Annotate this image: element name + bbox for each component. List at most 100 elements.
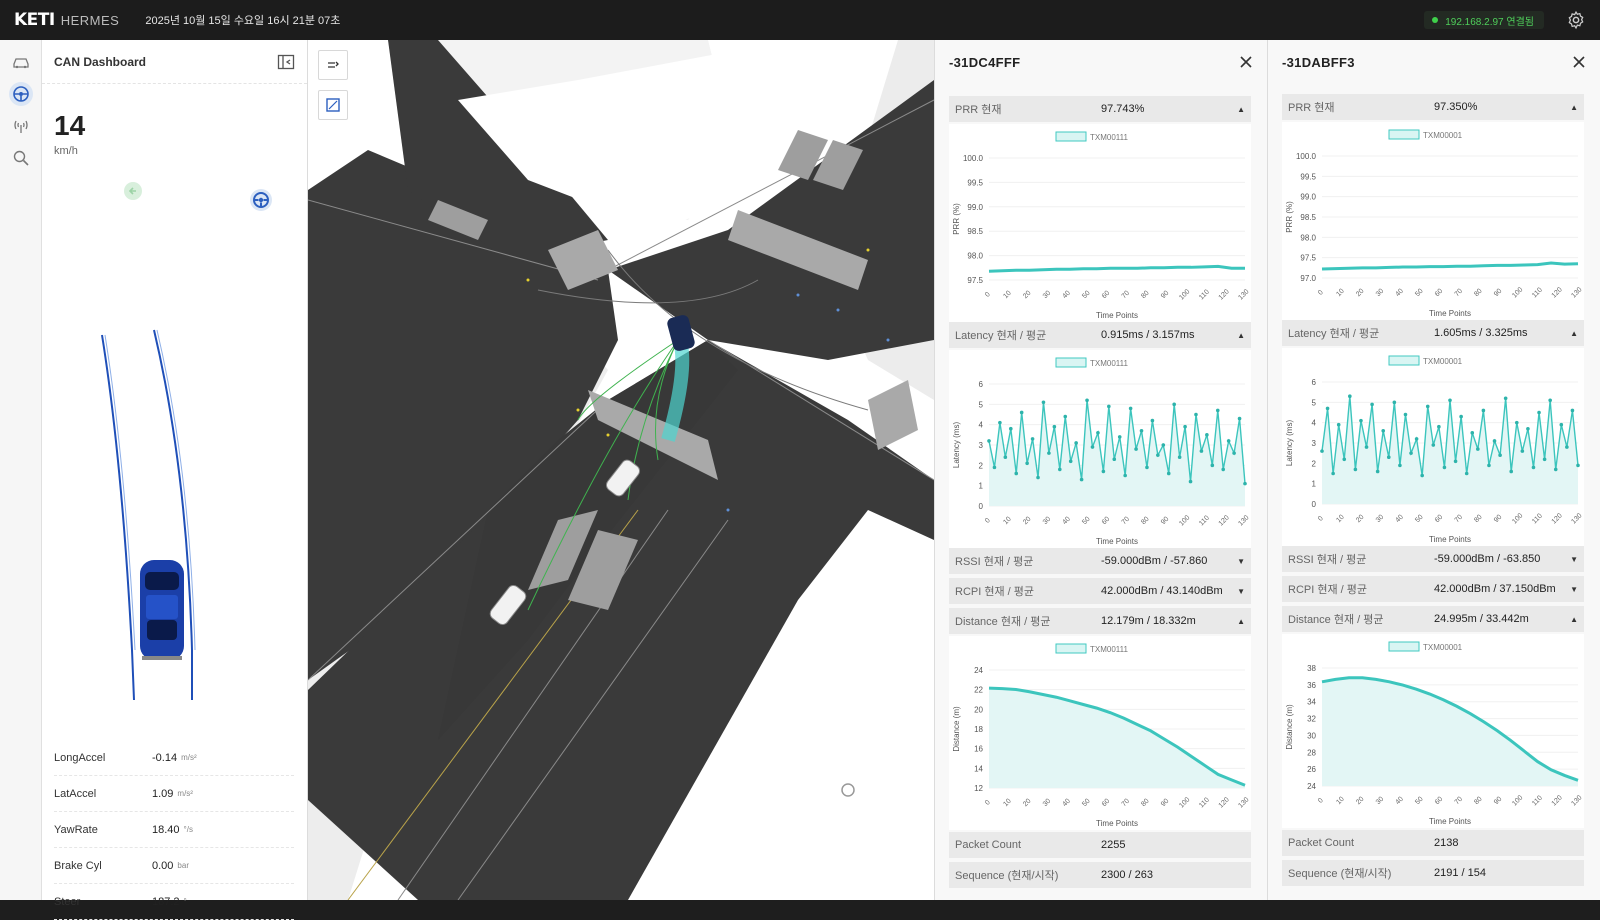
y-tick-label: 5 bbox=[1312, 398, 1317, 407]
data-point bbox=[1068, 459, 1073, 464]
x-axis-label: Time Points bbox=[1096, 819, 1138, 828]
x-axis-label: Time Points bbox=[1096, 537, 1138, 546]
distance-row[interactable]: Distance 현재 / 평균 12.179m / 18.332m ▲ bbox=[949, 608, 1251, 634]
steering-wheel-icon[interactable] bbox=[248, 187, 274, 213]
x-tick-label: 70 bbox=[1454, 796, 1465, 807]
y-tick-label: 34 bbox=[1307, 698, 1316, 707]
x-tick-label: 120 bbox=[1551, 794, 1564, 807]
data-point bbox=[1431, 443, 1436, 447]
data-point bbox=[1459, 414, 1463, 419]
y-tick-label: 0 bbox=[979, 502, 984, 511]
left-turn-signal-icon[interactable] bbox=[122, 180, 144, 202]
speed-value: 14 bbox=[54, 110, 86, 141]
data-point bbox=[1498, 453, 1502, 457]
x-tick-label: 10 bbox=[1002, 516, 1013, 527]
x-tick-label: 0 bbox=[1317, 289, 1325, 297]
data-point bbox=[1392, 400, 1397, 405]
x-tick-label: 100 bbox=[1511, 794, 1524, 807]
y-tick-label: 3 bbox=[1312, 439, 1317, 448]
x-tick-label: 70 bbox=[1454, 288, 1465, 299]
close-icon[interactable] bbox=[1239, 55, 1253, 69]
y-axis-label: Latency (ms) bbox=[1285, 420, 1294, 467]
data-point bbox=[1542, 457, 1547, 462]
x-axis-label: Time Points bbox=[1096, 311, 1138, 320]
data-point bbox=[1403, 412, 1408, 417]
y-tick-label: 99.0 bbox=[967, 203, 983, 212]
legend-swatch bbox=[1055, 643, 1087, 654]
x-tick-label: 30 bbox=[1375, 514, 1386, 525]
gear-icon[interactable] bbox=[1566, 10, 1586, 30]
datetime: 2025년 10월 15일 수요일 16시 21분 07초 bbox=[145, 15, 341, 27]
x-tick-label: 40 bbox=[1061, 516, 1072, 527]
data-point bbox=[1041, 400, 1046, 405]
status-dot-icon bbox=[1432, 17, 1439, 23]
map-canvas[interactable] bbox=[308, 40, 934, 900]
x-tick-label: 10 bbox=[1002, 290, 1013, 301]
antenna-nav-icon[interactable] bbox=[9, 114, 33, 138]
data-point bbox=[1232, 451, 1236, 455]
data-point bbox=[1375, 469, 1380, 474]
y-tick-label: 28 bbox=[1307, 748, 1316, 757]
packet-count-row: Packet Count 2138 bbox=[1282, 830, 1584, 856]
speed-unit: km/h bbox=[54, 145, 78, 157]
rcpi-row[interactable]: RCPI 현재 / 평균 42.000dBm / 43.140dBm ▼ bbox=[949, 578, 1251, 604]
data-point bbox=[1085, 398, 1089, 403]
data-point bbox=[998, 420, 1002, 425]
data-point bbox=[1370, 402, 1374, 407]
rssi-row[interactable]: RSSI 현재 / 평균 -59.000dBm / -57.860 ▼ bbox=[949, 548, 1251, 574]
data-point bbox=[1134, 447, 1138, 451]
y-tick-label: 98.0 bbox=[967, 252, 983, 261]
x-tick-label: 30 bbox=[1042, 798, 1053, 809]
data-point bbox=[1359, 418, 1363, 423]
data-point bbox=[1503, 396, 1508, 401]
data-point bbox=[1464, 471, 1469, 476]
y-axis-label: Latency (ms) bbox=[952, 422, 961, 469]
prr-row[interactable]: PRR 현재 97.350% ▲ bbox=[1282, 94, 1584, 120]
x-tick-label: 10 bbox=[1335, 288, 1346, 299]
sequence-row: Sequence (현재/시작) 2191 / 154 bbox=[1282, 860, 1584, 886]
ego-car-icon bbox=[140, 560, 184, 660]
close-icon[interactable] bbox=[1572, 55, 1586, 69]
collapse-panel-icon[interactable] bbox=[277, 53, 295, 71]
rssi-row[interactable]: RSSI 현재 / 평균 -59.000dBm / -63.850 ▼ bbox=[1282, 546, 1584, 572]
x-tick-label: 70 bbox=[1121, 516, 1132, 527]
y-tick-label: 32 bbox=[1307, 715, 1316, 724]
data-point bbox=[1336, 422, 1341, 427]
x-tick-label: 50 bbox=[1081, 516, 1092, 527]
x-tick-label: 130 bbox=[1570, 512, 1583, 525]
y-tick-label: 99.5 bbox=[1300, 172, 1316, 181]
legend-swatch bbox=[1055, 357, 1087, 368]
steering-nav-icon[interactable] bbox=[9, 82, 33, 106]
prr-chart: TXM00001 100.0 99.5 99.0 98.5 98.0 97.5 97.0 PRR… bbox=[1282, 122, 1584, 320]
car-nav-icon[interactable] bbox=[9, 50, 33, 74]
map-icon bbox=[326, 98, 340, 112]
legend-label: TXM00001 bbox=[1423, 131, 1463, 140]
y-tick-label: 4 bbox=[979, 421, 984, 430]
data-point bbox=[1221, 467, 1226, 472]
map-view[interactable] bbox=[308, 40, 934, 900]
can-metrics: LongAccel -0.14 m/s² LatAccel 1.09 m/s² YawR… bbox=[54, 740, 294, 920]
x-tick-label: 80 bbox=[1473, 796, 1484, 807]
legend-swatch bbox=[1055, 131, 1087, 142]
data-point bbox=[1188, 479, 1193, 484]
x-tick-label: 70 bbox=[1121, 798, 1132, 809]
x-tick-label: 10 bbox=[1335, 514, 1346, 525]
data-point bbox=[1409, 451, 1413, 455]
data-point bbox=[1177, 455, 1182, 459]
layers-button[interactable] bbox=[318, 50, 348, 80]
rcpi-row[interactable]: RCPI 현재 / 평균 42.000dBm / 37.150dBm ▼ bbox=[1282, 576, 1584, 602]
latency-row[interactable]: Latency 현재 / 평균 0.915ms / 3.157ms ▲ bbox=[949, 322, 1251, 348]
x-tick-label: 110 bbox=[1531, 286, 1544, 299]
distance-row[interactable]: Distance 현재 / 평균 24.995m / 33.442m ▲ bbox=[1282, 606, 1584, 632]
x-tick-label: 0 bbox=[984, 291, 992, 299]
search-nav-icon[interactable] bbox=[9, 146, 33, 170]
map-view-button[interactable] bbox=[318, 90, 348, 120]
prr-row[interactable]: PRR 현재 97.743% ▲ bbox=[949, 96, 1251, 122]
data-point bbox=[1453, 459, 1458, 464]
x-tick-label: 30 bbox=[1375, 796, 1386, 807]
data-point bbox=[1128, 406, 1133, 411]
latency-row[interactable]: Latency 현재 / 평균 1.605ms / 3.325ms ▲ bbox=[1282, 320, 1584, 346]
y-tick-label: 100.0 bbox=[1296, 152, 1317, 161]
data-point bbox=[1487, 463, 1491, 468]
x-tick-label: 20 bbox=[1022, 290, 1033, 301]
